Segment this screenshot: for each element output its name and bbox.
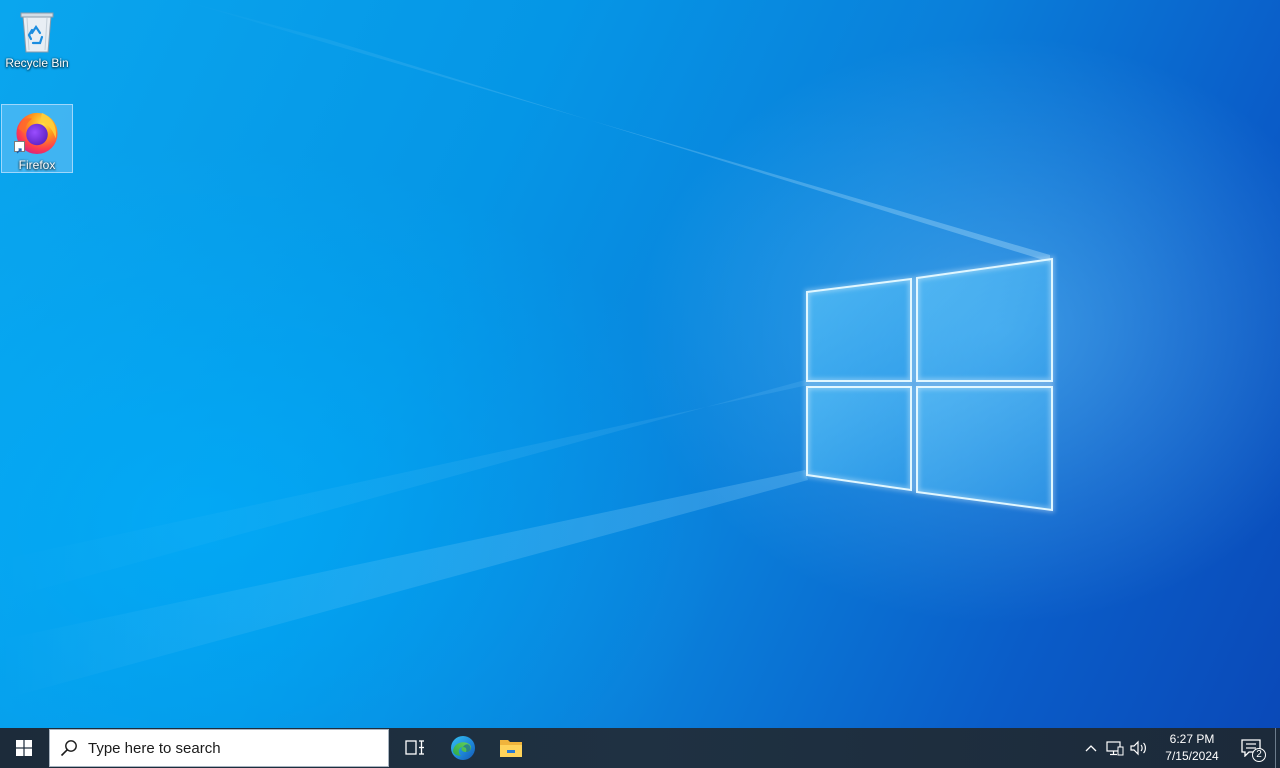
desktop-icon-firefox[interactable]: Firefox [1,104,73,173]
clock-time: 6:27 PM [1169,732,1215,746]
start-button[interactable] [0,728,48,768]
task-view-button[interactable] [391,728,439,768]
desktop-icon-recycle-bin[interactable]: Recycle Bin [1,4,73,74]
search-icon [60,739,78,757]
file-explorer-button[interactable] [487,728,535,768]
network-icon [1106,741,1124,756]
edge-button[interactable] [439,728,487,768]
action-center-button[interactable]: 2 [1227,728,1275,768]
desktop[interactable]: Recycle Bin Firefox [0,0,1280,728]
taskbar: Type here to search 6:27 PM 7/15/2024 2 [0,728,1280,768]
clock[interactable]: 6:27 PM 7/15/2024 [1157,728,1227,768]
desktop-icon-label: Recycle Bin [5,56,69,70]
folder-icon [500,740,522,757]
volume-button[interactable] [1127,728,1151,768]
show-desktop-button[interactable] [1275,728,1280,768]
recycle-bin-icon [20,12,54,53]
network-button[interactable] [1103,728,1127,768]
volume-icon [1130,740,1146,756]
windows-start-icon [16,740,32,756]
shortcut-arrow-icon [14,141,25,154]
system-tray: 6:27 PM 7/15/2024 2 [1079,728,1280,768]
notification-badge: 2 [1252,748,1266,762]
show-hidden-icons-button[interactable] [1079,728,1103,768]
edge-icon [451,736,475,760]
windows-logo-wallpaper [804,256,1055,513]
search-placeholder: Type here to search [88,739,221,757]
chevron-up-icon [1085,745,1097,752]
task-view-icon [405,740,424,755]
desktop-icon-label: Firefox [18,158,56,172]
clock-date: 7/15/2024 [1165,749,1219,763]
search-input[interactable]: Type here to search [49,729,389,767]
